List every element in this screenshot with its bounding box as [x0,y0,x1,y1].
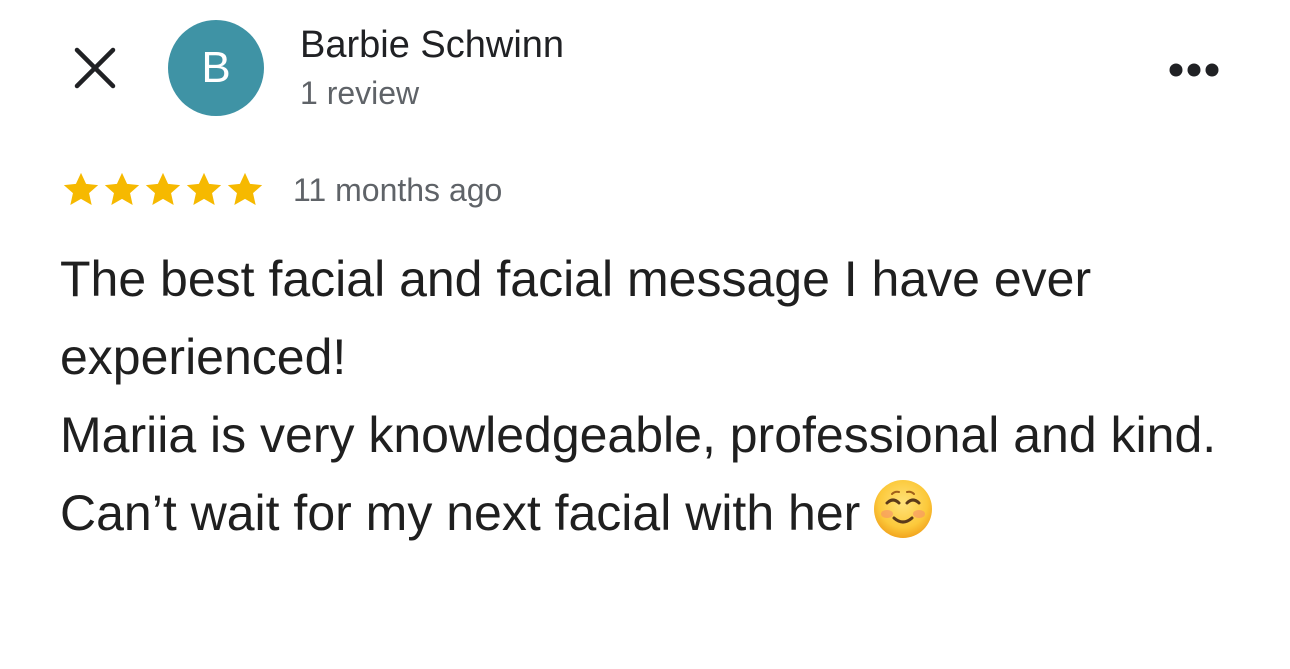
star-rating [60,169,265,211]
smiling-face-icon [874,480,933,538]
avatar[interactable]: B [168,20,264,116]
review-text: The best facial and facial message I hav… [60,240,1240,552]
star-icon [186,172,222,206]
more-options-button[interactable] [1164,56,1224,84]
review-date: 11 months ago [293,171,503,208]
review-count: 1 review [300,75,420,111]
more-options-icon [1169,63,1219,77]
star-icon [63,172,99,206]
star-icon [145,172,181,206]
close-icon [74,47,116,89]
star-icon [227,172,263,206]
star-icon [104,172,140,206]
rating-row: 11 months ago [60,168,502,212]
close-button[interactable] [74,47,116,89]
reviewer-name[interactable]: Barbie Schwinn [300,24,564,67]
review-text-line-2: Mariia is very knowledgeable, profession… [60,407,1231,541]
review-text-line-1: The best facial and facial message I hav… [60,251,1106,385]
